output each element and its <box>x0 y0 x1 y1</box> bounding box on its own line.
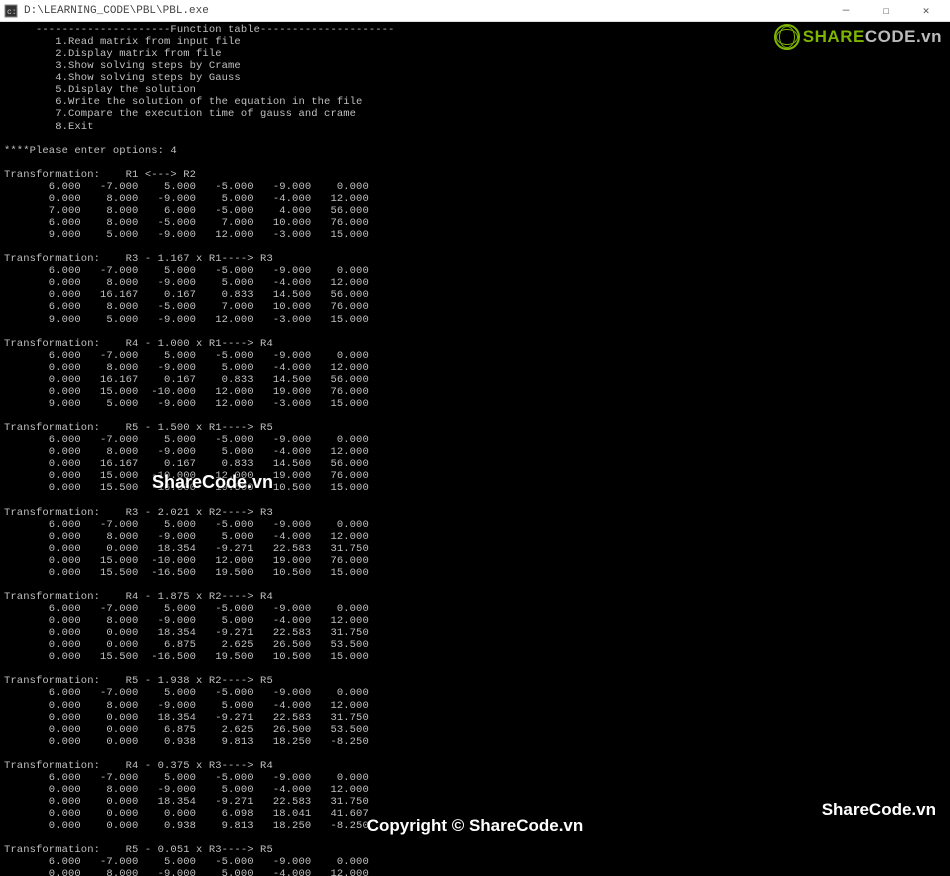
logo-text-code: CODE <box>865 27 916 46</box>
title-bar: c:\ D:\LEARNING_CODE\PBL\PBL.exe — ☐ ✕ <box>0 0 950 22</box>
logo-text-share: SHARE <box>803 27 865 46</box>
logo-text-vn: .vn <box>916 27 942 46</box>
close-button[interactable]: ✕ <box>906 0 946 22</box>
watermark-right: ShareCode.vn <box>822 800 936 820</box>
logo-globe-icon <box>774 24 800 50</box>
window-title: D:\LEARNING_CODE\PBL\PBL.exe <box>24 5 826 17</box>
window-controls: — ☐ ✕ <box>826 0 946 22</box>
app-icon: c:\ <box>4 4 18 18</box>
console-output: ---------------------Function table-----… <box>0 22 950 876</box>
maximize-button[interactable]: ☐ <box>866 0 906 22</box>
sharecode-logo: SHARECODE.vn <box>774 24 942 50</box>
watermark-center: Copyright © ShareCode.vn <box>367 816 584 836</box>
svg-text:c:\: c:\ <box>7 8 18 17</box>
minimize-button[interactable]: — <box>826 0 866 22</box>
watermark-inline: ShareCode.vn <box>152 472 273 493</box>
